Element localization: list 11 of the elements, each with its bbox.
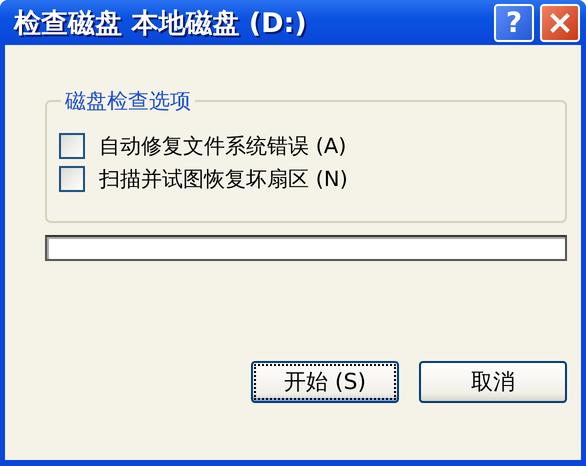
checkbox-label[interactable]: 扫描并试图恢复坏扇区 (N) [99, 164, 348, 192]
dialog-button[interactable]: 取消 [419, 361, 567, 403]
close-icon [549, 12, 571, 34]
group-legend: 磁盘检查选项 [61, 87, 195, 115]
checkbox[interactable] [59, 166, 85, 192]
close-button[interactable] [540, 4, 580, 42]
dialog-button[interactable]: 开始 (S) [251, 361, 399, 403]
help-button[interactable]: ? [494, 4, 534, 42]
checkbox[interactable] [59, 132, 85, 158]
window-title: 检查磁盘 本地磁盘 (D:) [14, 6, 308, 40]
checkbox-label[interactable]: 自动修复文件系统错误 (A) [99, 132, 346, 160]
